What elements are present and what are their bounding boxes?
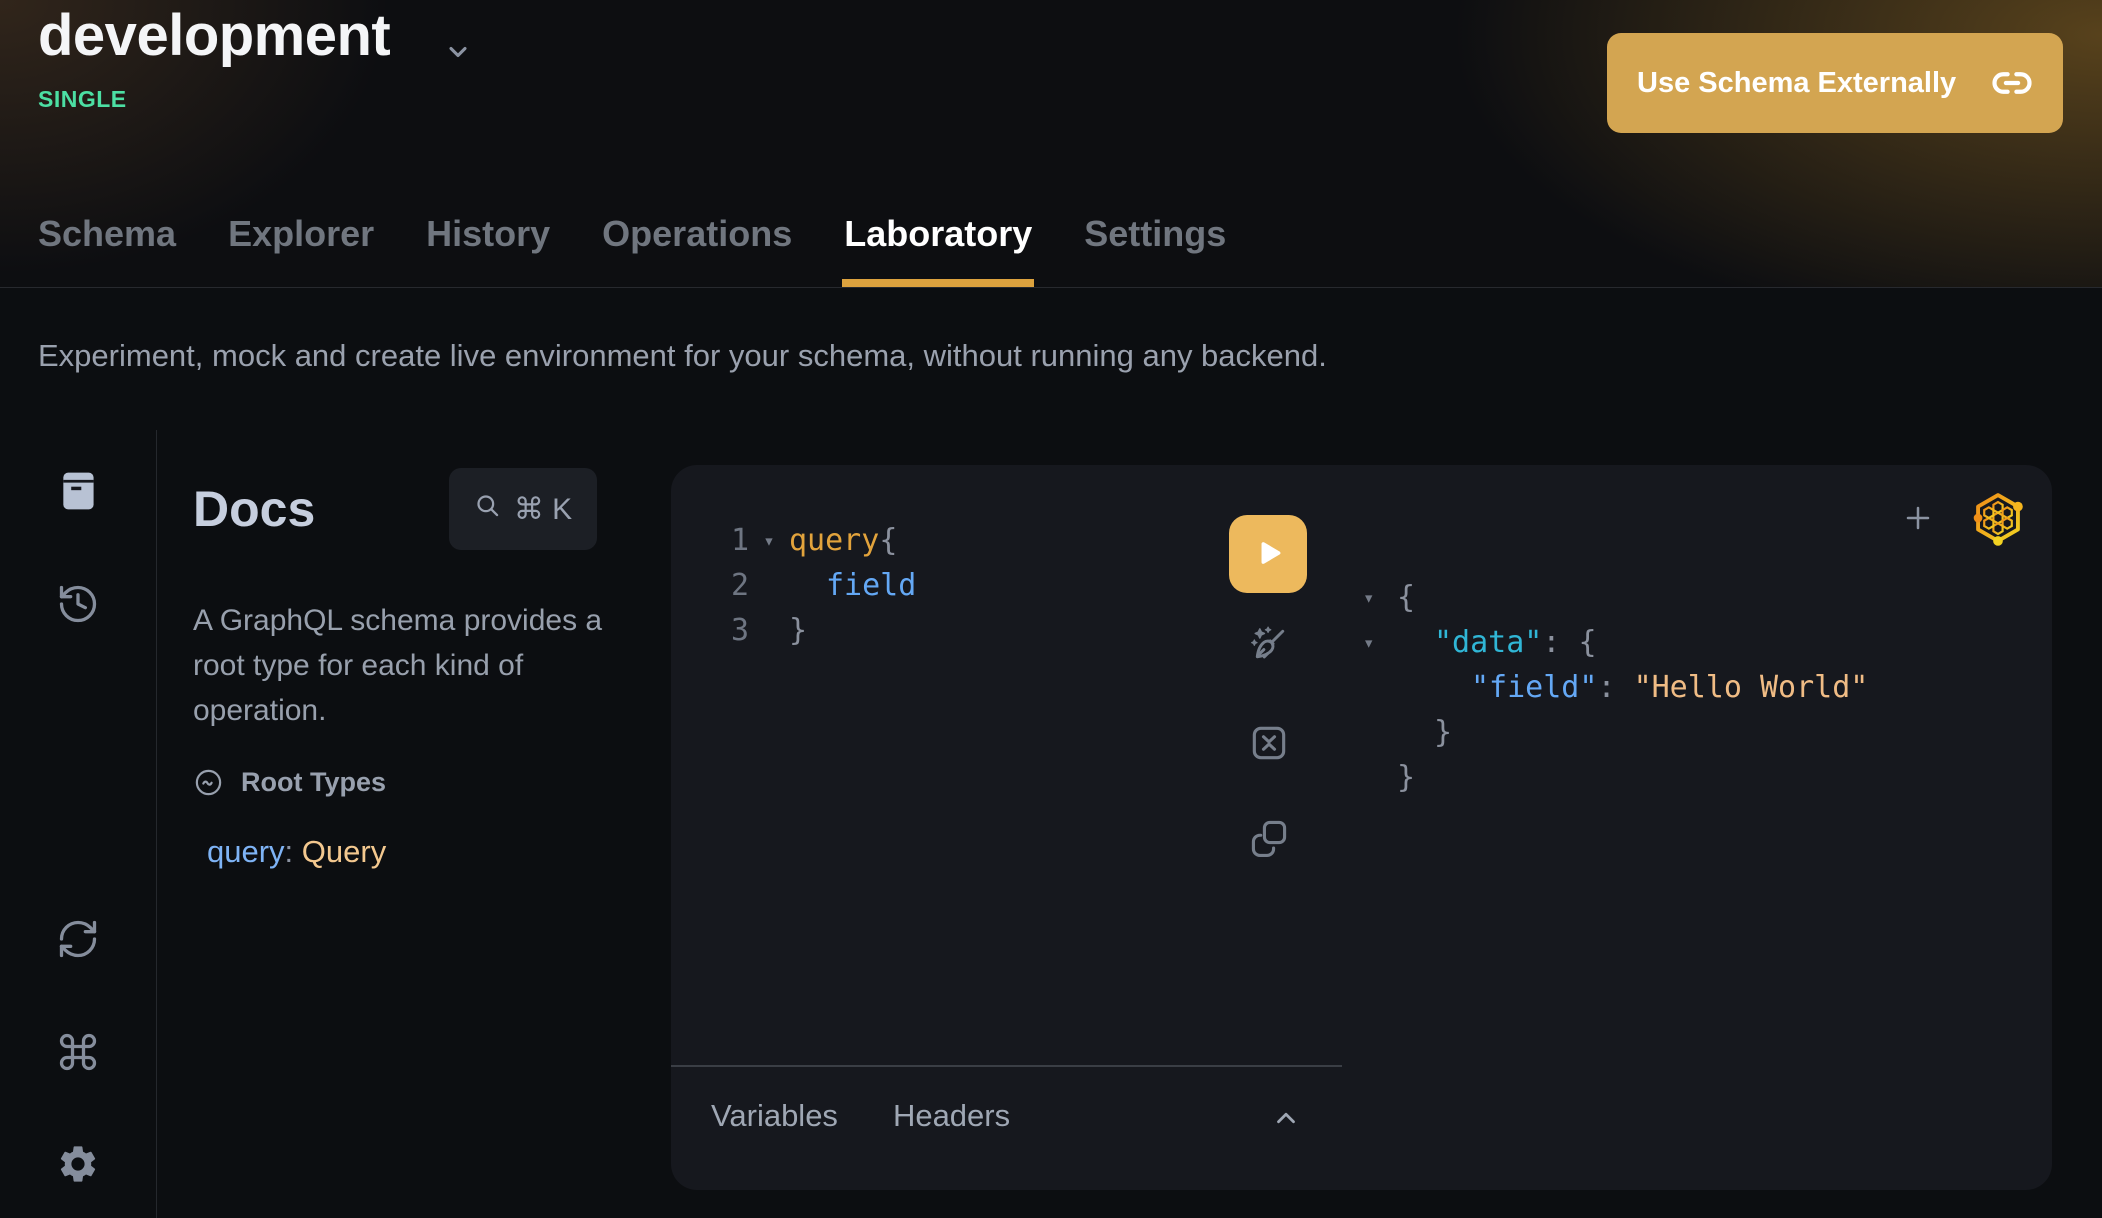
tab-laboratory[interactable]: Laboratory: [844, 213, 1032, 287]
prettify-icon: [1247, 655, 1291, 670]
query-editor[interactable]: 1 ▾ query{ 2 field 3 }: [671, 518, 916, 653]
line-number: 2: [671, 568, 749, 603]
history-rail-button[interactable]: [52, 579, 104, 631]
root-type-name: Query: [302, 834, 386, 869]
tilde-circle-icon: [193, 767, 224, 798]
root-types-section: Root Types: [193, 767, 597, 798]
refresh-icon: [56, 917, 100, 964]
docs-title: Docs: [193, 480, 315, 538]
laboratory-workspace: Docs ⌘ K A GraphQL schema provides a roo…: [0, 430, 2102, 1218]
tab-operations[interactable]: Operations: [602, 213, 792, 287]
tools-rail: [0, 430, 157, 1218]
add-tab-button[interactable]: [1903, 503, 1933, 533]
schema-description: A GraphQL schema provides a root type fo…: [193, 598, 643, 733]
code-keyword: query: [789, 523, 879, 558]
use-schema-externally-button[interactable]: Use Schema Externally: [1607, 33, 2063, 133]
fold-arrow-icon[interactable]: ▾: [1363, 587, 1397, 609]
json-value: "Hello World": [1634, 670, 1869, 705]
response-line: }: [1363, 755, 1868, 800]
tab-settings[interactable]: Settings: [1084, 213, 1226, 287]
fold-arrow-icon[interactable]: ▾: [1363, 632, 1397, 654]
json-key: "field": [1471, 670, 1597, 705]
prettify-query-button[interactable]: [1247, 623, 1291, 667]
editor-line: 2 field: [671, 563, 916, 608]
plus-icon: [1903, 521, 1933, 536]
reload-schema-button[interactable]: [52, 914, 104, 966]
shortcuts-button[interactable]: [52, 1027, 104, 1079]
root-types-heading: Root Types: [241, 767, 386, 798]
editor-footer-divider: [671, 1065, 1342, 1067]
target-type-badge: SINGLE: [38, 86, 127, 113]
merge-icon: [1247, 753, 1291, 768]
search-shortcut: ⌘ K: [514, 492, 572, 527]
book-icon: [56, 469, 100, 516]
root-field-name: query: [207, 834, 285, 869]
copy-query-button[interactable]: [1247, 816, 1291, 860]
line-number: 3: [671, 613, 749, 648]
search-icon: [474, 492, 501, 527]
tab-schema[interactable]: Schema: [38, 213, 176, 287]
response-line: "field": "Hello World": [1363, 665, 1868, 710]
cta-label: Use Schema Externally: [1637, 67, 1956, 100]
gear-icon: [56, 1142, 100, 1189]
command-icon: [56, 1030, 100, 1077]
project-title: development: [38, 2, 390, 69]
history-icon: [56, 582, 100, 629]
editor-footer-tabs: Variables Headers: [711, 1098, 1010, 1134]
laboratory-page: development SINGLE Use Schema Externally…: [0, 0, 2102, 1218]
response-line: ▾ {: [1363, 575, 1868, 620]
chevron-up-icon: [1269, 1121, 1303, 1136]
copy-icon: [1247, 848, 1291, 863]
editor-line: 1 ▾ query{: [671, 518, 916, 563]
tab-explorer[interactable]: Explorer: [228, 213, 374, 287]
docs-search-button[interactable]: ⌘ K: [449, 468, 597, 550]
docs-rail-button[interactable]: [52, 466, 104, 518]
chevron-down-icon[interactable]: [444, 38, 472, 66]
editor-line: 3 }: [671, 608, 916, 653]
headers-tab[interactable]: Headers: [893, 1098, 1010, 1134]
code-brace: {: [879, 523, 897, 558]
json-key: "data": [1434, 625, 1542, 660]
graphiql-panel: 1 ▾ query{ 2 field 3 }: [671, 465, 2052, 1190]
fold-arrow-icon[interactable]: ▾: [749, 530, 789, 552]
settings-rail-button[interactable]: [52, 1139, 104, 1191]
code-field: field: [789, 568, 916, 603]
docs-panel: Docs ⌘ K A GraphQL schema provides a roo…: [157, 430, 671, 1218]
code-brace: }: [789, 613, 807, 648]
page-header: development SINGLE Use Schema Externally…: [0, 0, 2102, 288]
page-description: Experiment, mock and create live environ…: [0, 288, 2102, 430]
main-tabs: Schema Explorer History Operations Labor…: [38, 213, 1226, 287]
variables-tab[interactable]: Variables: [711, 1098, 838, 1134]
line-number: 1: [671, 523, 749, 558]
execute-query-button[interactable]: [1229, 515, 1307, 593]
response-line: }: [1363, 710, 1868, 755]
merge-fragments-button[interactable]: [1247, 721, 1291, 765]
tab-history[interactable]: History: [426, 213, 550, 287]
response-viewer: ▾ { ▾ "data": { "field": "Hello World" }: [1363, 575, 1868, 800]
hive-logo[interactable]: [1969, 489, 2027, 547]
link-icon: [1991, 62, 2033, 104]
root-separator: :: [285, 834, 302, 869]
play-icon: [1247, 532, 1289, 577]
root-query-entry[interactable]: query: Query: [193, 834, 597, 870]
collapse-footer-button[interactable]: [1267, 1103, 1305, 1133]
response-line: ▾ "data": {: [1363, 620, 1868, 665]
